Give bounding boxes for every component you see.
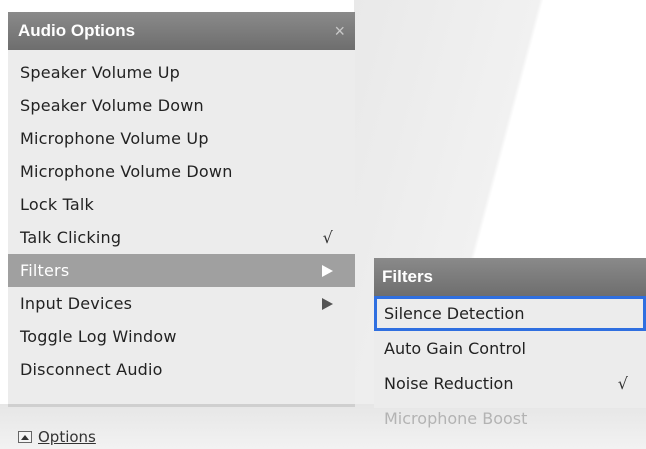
menu-item-lock-talk[interactable]: Lock Talk — [8, 188, 355, 221]
submenu-item-noise-reduction[interactable]: Noise Reduction √ — [374, 366, 646, 401]
menu-item-label: Silence Detection — [384, 304, 525, 323]
menu-item-talk-clicking[interactable]: Talk Clicking √ — [8, 221, 355, 254]
checkmark-icon: √ — [617, 374, 628, 393]
menu-item-label: Speaker Volume Down — [20, 96, 204, 115]
options-button[interactable]: Options — [18, 428, 96, 446]
caret-up-icon — [18, 431, 32, 443]
menu-item-microphone-volume-up[interactable]: Microphone Volume Up — [8, 122, 355, 155]
submenu-arrow-icon — [322, 264, 333, 277]
options-footer: Options — [8, 404, 355, 449]
menu-item-speaker-volume-down[interactable]: Speaker Volume Down — [8, 89, 355, 122]
submenu-item-silence-detection[interactable]: Silence Detection — [374, 296, 646, 331]
submenu-item-microphone-boost: Microphone Boost — [374, 401, 646, 436]
menu-item-label: Speaker Volume Up — [20, 63, 181, 82]
menu-item-label: Auto Gain Control — [384, 339, 526, 358]
submenu-item-auto-gain-control[interactable]: Auto Gain Control — [374, 331, 646, 366]
options-label: Options — [38, 428, 96, 446]
submenu-arrow-icon — [322, 297, 333, 310]
menu-item-label: Microphone Volume Down — [20, 162, 233, 181]
filters-submenu-list: Silence Detection Auto Gain Control Nois… — [374, 296, 646, 436]
filters-submenu-title: Filters — [382, 267, 434, 286]
menu-item-label: Toggle Log Window — [20, 327, 177, 346]
menu-item-label: Microphone Volume Up — [20, 129, 209, 148]
menu-item-microphone-volume-down[interactable]: Microphone Volume Down — [8, 155, 355, 188]
menu-item-label: Talk Clicking — [20, 228, 122, 247]
audio-options-header: Audio Options × — [8, 12, 355, 50]
audio-options-menu: Audio Options × Speaker Volume Up Speake… — [8, 12, 355, 404]
footer-divider — [8, 404, 355, 407]
checkmark-icon: √ — [322, 228, 333, 247]
menu-item-label: Noise Reduction — [384, 374, 514, 393]
menu-item-label: Microphone Boost — [384, 409, 528, 428]
menu-item-filters[interactable]: Filters — [8, 254, 355, 287]
menu-item-toggle-log-window[interactable]: Toggle Log Window — [8, 320, 355, 353]
menu-item-label: Filters — [20, 261, 70, 280]
menu-item-disconnect-audio[interactable]: Disconnect Audio — [8, 353, 355, 386]
menu-item-label: Disconnect Audio — [20, 360, 163, 379]
filters-submenu: Filters Silence Detection Auto Gain Cont… — [374, 258, 646, 428]
menu-item-label: Input Devices — [20, 294, 133, 313]
filters-submenu-header: Filters — [374, 258, 646, 296]
menu-item-input-devices[interactable]: Input Devices — [8, 287, 355, 320]
menu-item-label: Lock Talk — [20, 195, 95, 214]
menu-item-speaker-volume-up[interactable]: Speaker Volume Up — [8, 56, 355, 89]
close-icon[interactable]: × — [334, 21, 345, 42]
audio-options-list: Speaker Volume Up Speaker Volume Down Mi… — [8, 50, 355, 386]
audio-options-title: Audio Options — [18, 21, 136, 40]
